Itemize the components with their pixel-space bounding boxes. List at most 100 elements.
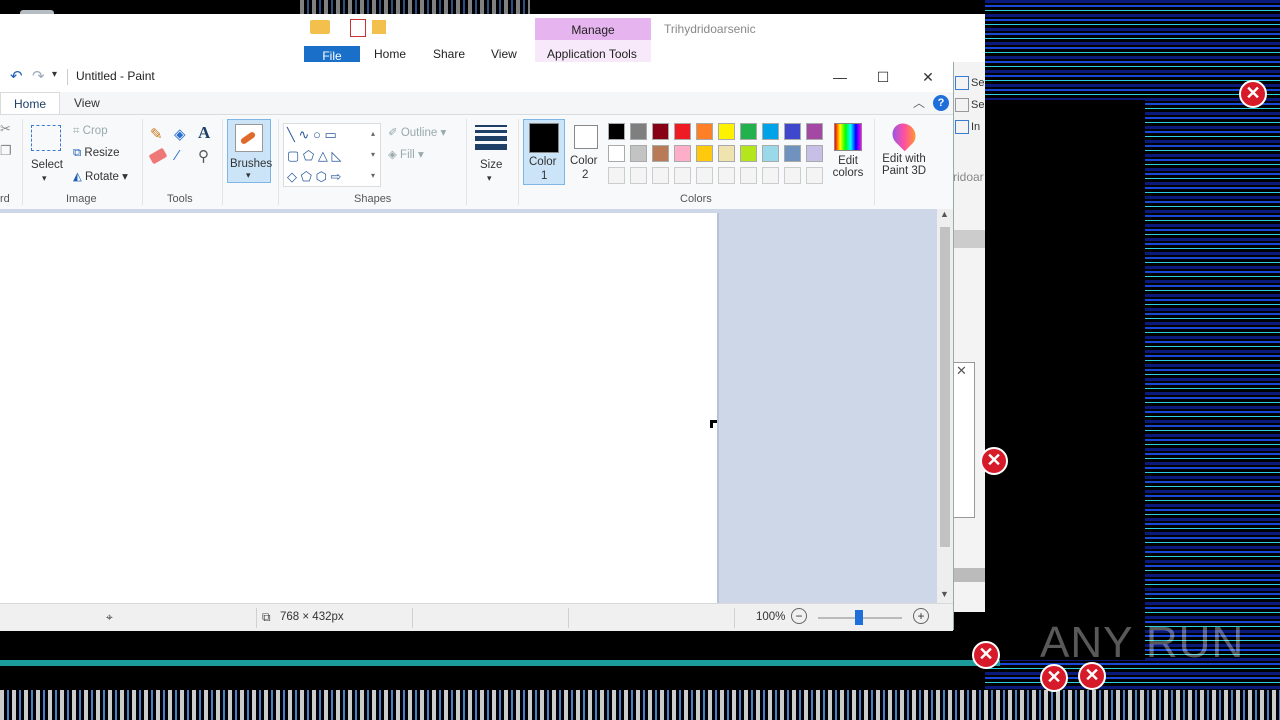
palette-swatch-empty[interactable]: [762, 167, 779, 184]
palette-swatch[interactable]: [762, 123, 779, 140]
undo-icon[interactable]: ↶: [10, 67, 23, 85]
palette-swatch[interactable]: [740, 123, 757, 140]
manage-contextual-tab[interactable]: Manage: [535, 18, 651, 40]
color1-button[interactable]: Color 1: [523, 119, 565, 185]
crop-button[interactable]: ⌗ Crop: [73, 125, 108, 138]
vertical-scrollbar[interactable]: ▲ ▼: [937, 209, 953, 603]
scrollbar-thumb[interactable]: [940, 227, 950, 547]
palette-swatch-empty[interactable]: [608, 167, 625, 184]
drawing-canvas[interactable]: [0, 213, 717, 603]
palette-swatch[interactable]: [652, 145, 669, 162]
hexagon-icon[interactable]: ⬡: [316, 169, 327, 184]
tab-application-tools[interactable]: Application Tools: [547, 47, 637, 61]
palette-swatch-empty[interactable]: [718, 167, 735, 184]
color2-button[interactable]: Color 2: [566, 119, 606, 185]
palette-swatch[interactable]: [806, 123, 823, 140]
text-icon[interactable]: A: [198, 123, 210, 143]
rectangle-icon[interactable]: ▭: [324, 127, 336, 142]
zoom-slider-thumb[interactable]: [855, 610, 863, 625]
palette-swatch[interactable]: [740, 145, 757, 162]
error-icon[interactable]: ✕: [972, 641, 1000, 669]
tab-view[interactable]: View: [74, 96, 100, 110]
error-icon[interactable]: ✕: [1040, 664, 1068, 692]
edit-with-paint3d-button[interactable]: Edit with Paint 3D: [878, 118, 930, 185]
resize-button[interactable]: ⧉ Resize: [73, 147, 120, 160]
copy-icon[interactable]: ❐: [0, 143, 12, 159]
palette-swatch[interactable]: [806, 145, 823, 162]
palette-swatch[interactable]: [608, 145, 625, 162]
line-icon[interactable]: ╲: [287, 127, 295, 142]
palette-swatch[interactable]: [630, 123, 647, 140]
polygon-icon[interactable]: ⬠: [303, 148, 314, 163]
palette-swatch[interactable]: [762, 145, 779, 162]
palette-swatch[interactable]: [784, 145, 801, 162]
explorer-side-item-1[interactable]: Se: [955, 76, 984, 90]
minimize-button[interactable]: —: [820, 66, 860, 88]
brushes-button[interactable]: Brushes ▾: [227, 119, 272, 183]
zoom-out-button[interactable]: −: [791, 608, 807, 624]
explorer-search-fragment[interactable]: ridoar: [953, 170, 984, 184]
collapse-ribbon-icon[interactable]: ︿: [913, 94, 925, 111]
palette-swatch-empty[interactable]: [652, 167, 669, 184]
fill-button[interactable]: ◈ Fill ▾: [388, 147, 424, 161]
right-triangle-icon[interactable]: ◺: [331, 148, 341, 163]
triangle-icon[interactable]: △: [318, 148, 328, 163]
scroll-up-icon[interactable]: ▲: [940, 209, 949, 219]
palette-swatch[interactable]: [674, 145, 691, 162]
size-button[interactable]: Size ▾: [472, 123, 510, 185]
rotate-button[interactable]: ◭ Rotate ▾: [73, 169, 128, 183]
close-icon[interactable]: ✕: [956, 363, 967, 379]
tab-home[interactable]: Home: [0, 92, 60, 115]
shapes-gallery[interactable]: ╲ ∿ ○ ▭ ▢ ⬠ △ ◺ ◇ ⬠ ⬡ ⇨: [283, 123, 381, 187]
redo-icon[interactable]: ↷: [32, 67, 45, 85]
customize-qat-icon[interactable]: ▾: [52, 69, 57, 80]
oval-icon[interactable]: ○: [313, 127, 321, 142]
palette-swatch[interactable]: [718, 123, 735, 140]
palette-swatch[interactable]: [718, 145, 735, 162]
select-dropdown-icon: ▾: [42, 173, 47, 183]
rounded-rectangle-icon[interactable]: ▢: [287, 148, 299, 163]
magnifier-icon[interactable]: ⚲: [198, 147, 209, 165]
palette-swatch[interactable]: [784, 123, 801, 140]
palette-swatch-empty[interactable]: [806, 167, 823, 184]
palette-swatch[interactable]: [696, 145, 713, 162]
palette-swatch[interactable]: [608, 123, 625, 140]
error-icon[interactable]: ✕: [1239, 80, 1267, 108]
palette-swatch[interactable]: [674, 123, 691, 140]
palette-swatch-empty[interactable]: [784, 167, 801, 184]
fill-bucket-icon[interactable]: ◈: [174, 125, 186, 143]
select-button[interactable]: Select ▾: [28, 123, 64, 183]
palette-swatch[interactable]: [652, 123, 669, 140]
tab-share[interactable]: Share: [433, 47, 465, 61]
diamond-icon[interactable]: ◇: [287, 169, 297, 184]
pentagon-icon[interactable]: ⬠: [301, 169, 312, 184]
maximize-button[interactable]: ☐: [863, 66, 903, 88]
canvas-resize-handle[interactable]: [710, 420, 717, 428]
close-button[interactable]: ✕: [908, 66, 948, 88]
tools-group-label: Tools: [167, 193, 193, 205]
zoom-in-button[interactable]: +: [913, 608, 929, 624]
explorer-side-item-3[interactable]: In: [955, 120, 980, 134]
error-icon[interactable]: ✕: [980, 447, 1008, 475]
tab-home-explorer[interactable]: Home: [374, 47, 406, 61]
colors-group-label: Colors: [680, 193, 712, 205]
scroll-down-icon[interactable]: ▼: [940, 589, 949, 599]
eraser-icon[interactable]: [148, 147, 168, 165]
outline-button[interactable]: ✐ Outline ▾: [388, 125, 446, 139]
shapes-scroll[interactable]: ▴ ▾ ▾: [371, 123, 375, 186]
explorer-side-item-2[interactable]: Se: [955, 98, 984, 112]
palette-swatch-empty[interactable]: [696, 167, 713, 184]
pencil-icon[interactable]: ✎: [150, 125, 163, 143]
curve-icon[interactable]: ∿: [298, 127, 309, 142]
palette-swatch-empty[interactable]: [674, 167, 691, 184]
tab-view-explorer[interactable]: View: [491, 47, 517, 61]
palette-swatch-empty[interactable]: [630, 167, 647, 184]
cut-icon[interactable]: ✂: [0, 121, 11, 137]
right-arrow-icon[interactable]: ⇨: [331, 169, 342, 184]
palette-swatch[interactable]: [696, 123, 713, 140]
edit-colors-button[interactable]: Edit colors: [828, 123, 868, 185]
color-picker-icon[interactable]: ⁄: [176, 147, 179, 164]
palette-swatch-empty[interactable]: [740, 167, 757, 184]
help-icon[interactable]: ?: [933, 95, 949, 111]
palette-swatch[interactable]: [630, 145, 647, 162]
